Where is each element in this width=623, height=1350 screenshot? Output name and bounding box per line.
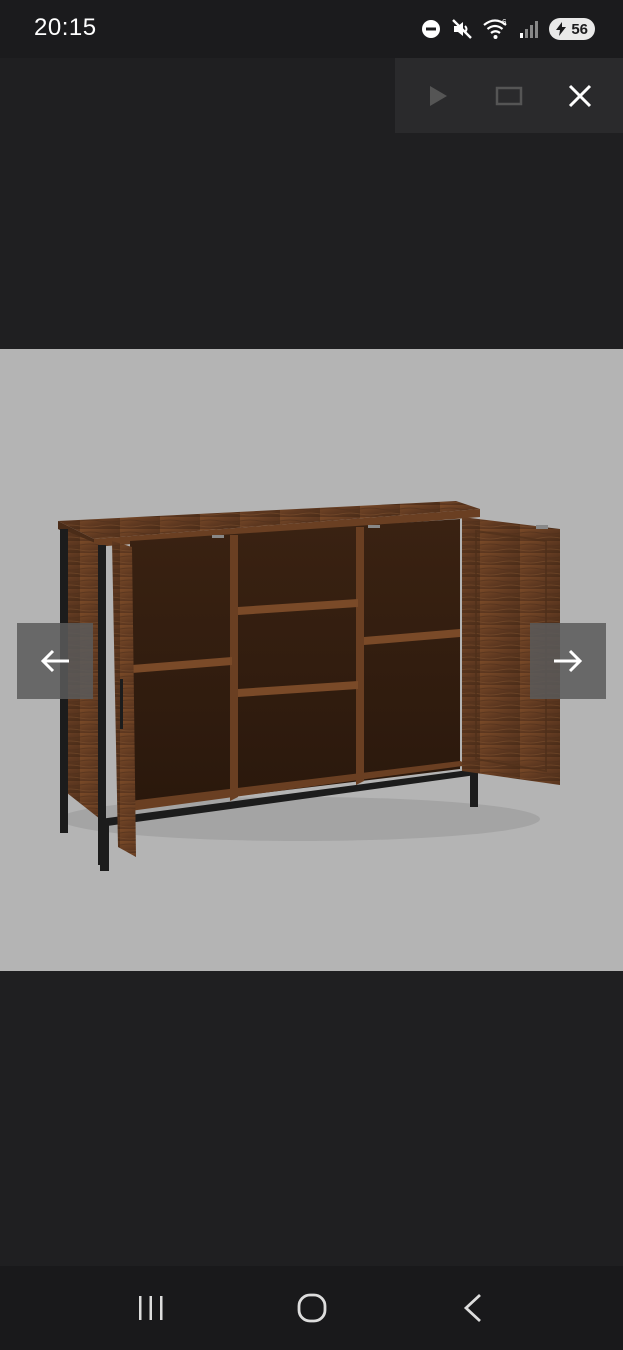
battery-saver-icon: [555, 22, 567, 36]
battery-level: 56: [571, 20, 588, 38]
viewer-toolbar: [395, 58, 623, 133]
product-image: [0, 349, 623, 971]
svg-text:6: 6: [502, 18, 507, 27]
status-icons: 6 56: [421, 16, 595, 42]
status-time: 20:15: [34, 14, 97, 41]
fullscreen-icon: [495, 86, 523, 105]
home-button[interactable]: [272, 1278, 352, 1338]
system-nav-bar: [0, 1266, 623, 1350]
home-icon: [297, 1293, 326, 1323]
arrow-left-icon: [40, 649, 69, 673]
recent-apps-button[interactable]: [111, 1278, 191, 1338]
arrow-right-icon: [554, 649, 583, 673]
mute-icon: [451, 18, 473, 40]
recent-apps-icon: [138, 1296, 162, 1320]
close-icon: [568, 84, 591, 107]
wifi-icon: 6: [483, 18, 509, 40]
slideshow-play-button[interactable]: [413, 71, 463, 121]
fullscreen-button[interactable]: [484, 71, 534, 121]
battery-icon: 56: [549, 18, 595, 40]
status-bar: 20:15 6 56: [0, 0, 623, 58]
do-not-disturb-icon: [421, 19, 441, 39]
previous-image-button[interactable]: [17, 623, 93, 699]
back-button[interactable]: [433, 1278, 513, 1338]
back-icon: [463, 1293, 481, 1323]
close-button[interactable]: [555, 71, 605, 121]
slideshow-play-icon: [430, 85, 448, 106]
image-viewer: [0, 58, 623, 1266]
signal-icon: [519, 19, 539, 39]
next-image-button[interactable]: [530, 623, 606, 699]
